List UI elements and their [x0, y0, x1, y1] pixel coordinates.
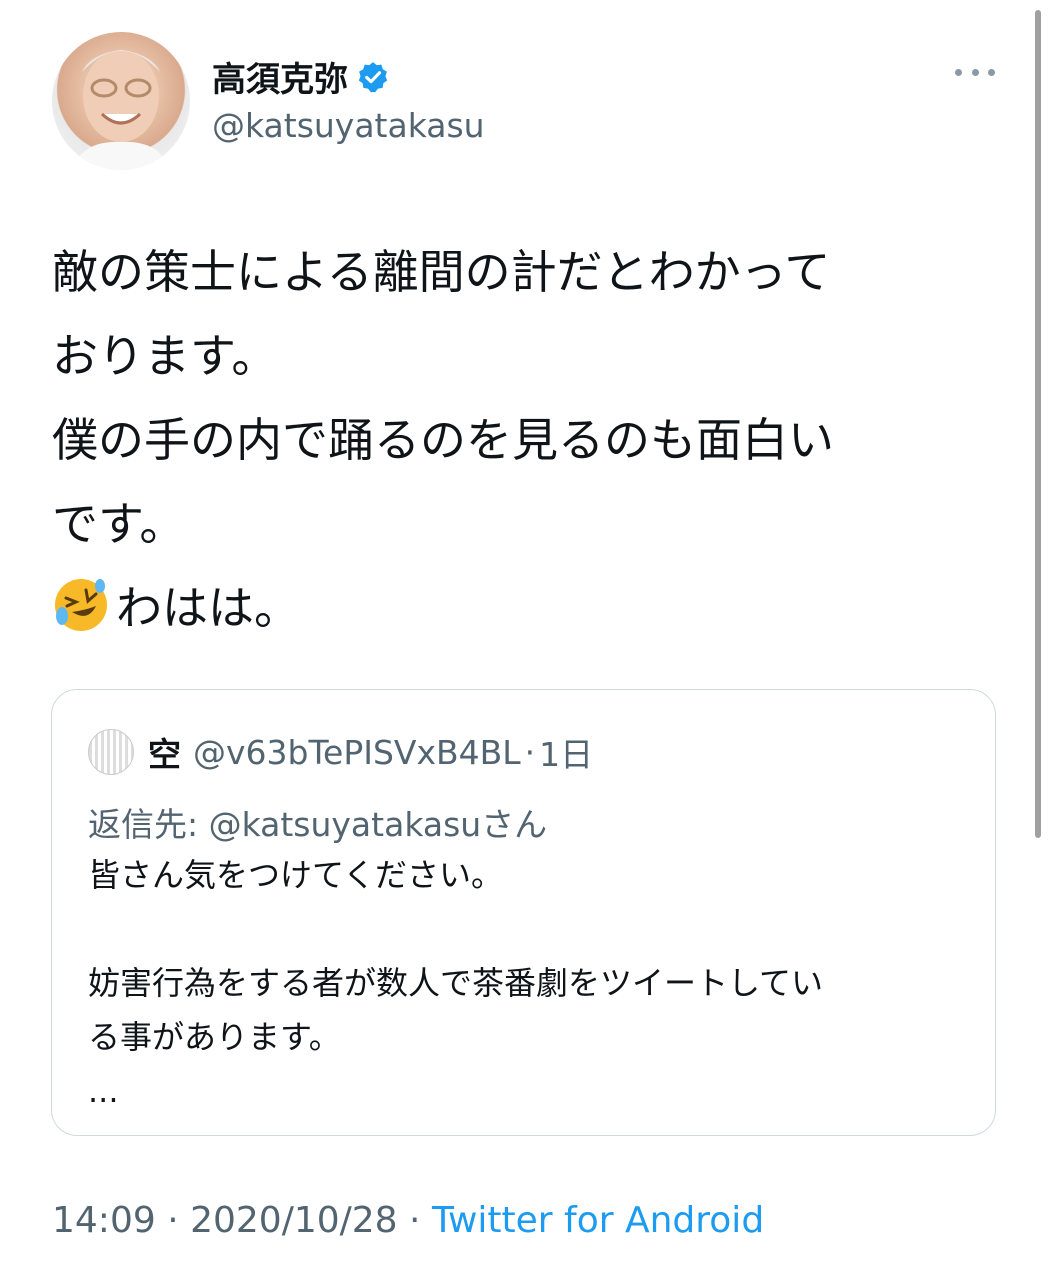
quoted-line — [88, 902, 968, 956]
tweet-text: 敵の策士による離間の計だとわかって おります。 僕の手の内で踊るのを見るのも面白… — [52, 230, 1002, 650]
quoted-tweet-header: 空 @v63bTePISVxB4BL · 1日 — [88, 728, 593, 776]
tweet-line: おります。 — [52, 329, 278, 383]
more-options-icon[interactable] — [955, 60, 995, 84]
quoted-line: る事があります。 — [88, 1018, 341, 1056]
quoted-line: 皆さん気をつけてください。 — [88, 856, 504, 894]
separator-dot: · — [524, 732, 536, 772]
quoted-author-name[interactable]: 空 — [148, 728, 181, 776]
quoted-tweet-card[interactable]: 空 @v63bTePISVxB4BL · 1日 返信先: @katsuyatak… — [51, 689, 996, 1136]
tweet-line: です。 — [52, 497, 186, 551]
quoted-tweet-time: 1日 — [539, 735, 594, 774]
tweet-time: 14:09 — [52, 1200, 156, 1241]
separator-dot: · — [397, 1200, 432, 1241]
tweet-date: 2020/10/28 — [190, 1200, 398, 1241]
tweet-meta: 14:09 · 2020/10/28 · Twitter for Android — [52, 1200, 764, 1241]
author-name-row[interactable]: 高須克弥 — [212, 52, 390, 101]
scrollbar[interactable] — [1035, 10, 1041, 838]
tweet-line-with-emoji: わはは。 — [52, 566, 1002, 650]
author-handle[interactable]: @katsuyatakasu — [212, 106, 485, 145]
quoted-line-ellipsis: ... — [88, 1072, 119, 1110]
tweet-line: 敵の策士による離間の計だとわかって — [52, 245, 831, 299]
reply-to-label: 返信先: @katsuyatakasuさん — [88, 805, 548, 844]
avatar-portrait-icon — [72, 50, 170, 170]
author-avatar[interactable] — [52, 32, 190, 170]
tweet-line: 僕の手の内で踊るのを見るのも面白い — [52, 413, 834, 467]
quoted-tweet-body: 皆さん気をつけてください。 妨害行為をする者が数人で茶番劇をツイートしてい る事… — [88, 848, 968, 1118]
tweet-line: わはは。 — [116, 581, 300, 635]
rolling-on-floor-laughing-emoji-icon — [52, 576, 110, 634]
verified-badge-icon — [356, 60, 390, 94]
author-display-name[interactable]: 高須克弥 — [212, 52, 348, 101]
quoted-line: 妨害行為をする者が数人で茶番劇をツイートしてい — [88, 964, 824, 1002]
quoted-author-handle[interactable]: @v63bTePISVxB4BL — [193, 733, 521, 772]
separator-dot: · — [155, 1200, 191, 1241]
tweet-source-link[interactable]: Twitter for Android — [432, 1200, 764, 1241]
quoted-author-avatar[interactable] — [88, 729, 134, 775]
